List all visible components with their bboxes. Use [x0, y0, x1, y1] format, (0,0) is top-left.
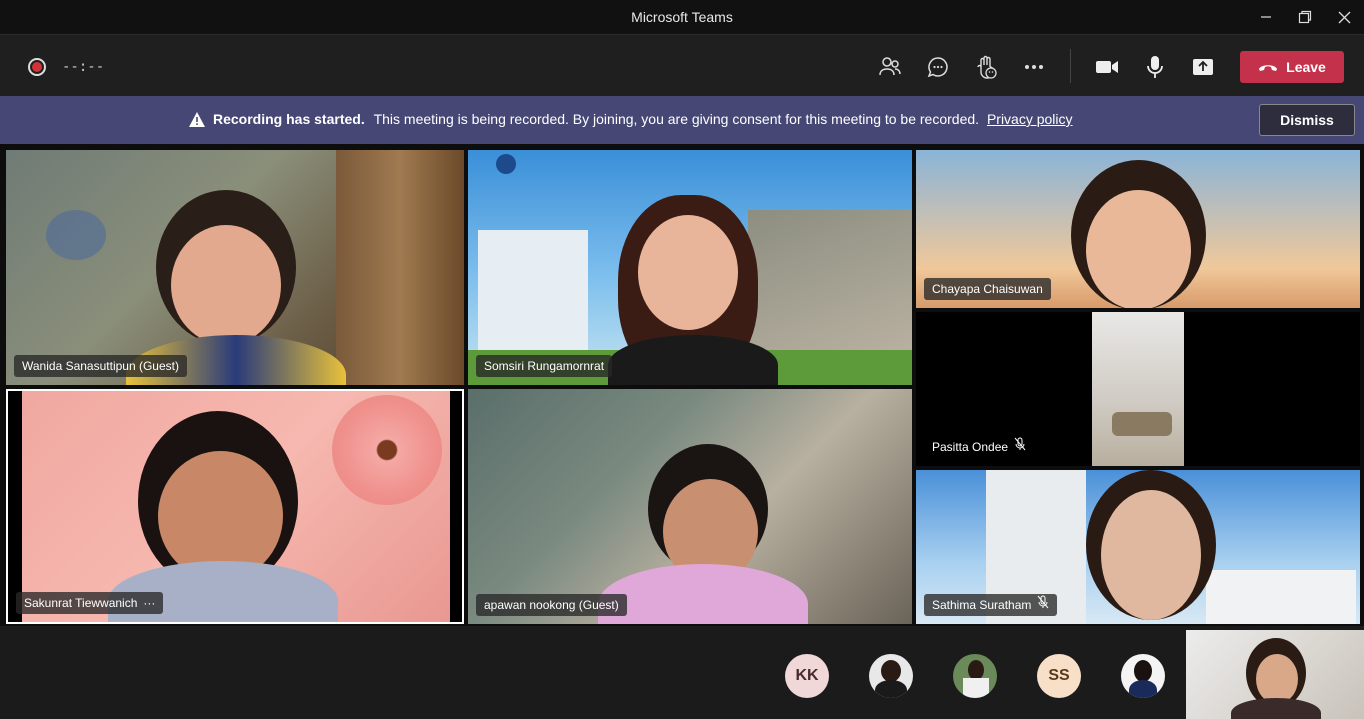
meeting-timer: --:--	[62, 59, 105, 75]
participant-name-tag: Sakunrat Tiewwanich ···	[16, 592, 164, 614]
share-screen-icon[interactable]	[1188, 52, 1218, 82]
participant-name-tag: Sathima Suratham	[924, 594, 1058, 616]
banner-message: This meeting is being recorded. By joini…	[373, 111, 980, 127]
restore-icon[interactable]	[1285, 0, 1325, 34]
avatar[interactable]: KK	[785, 654, 829, 698]
avatar[interactable]	[1121, 654, 1165, 698]
meeting-toolbar: --:-- Leave	[0, 34, 1364, 96]
participant-more-button[interactable]: ···	[143, 592, 155, 614]
video-tile[interactable]: Sakunrat Tiewwanich ···	[6, 389, 464, 624]
dismiss-button[interactable]: Dismiss	[1259, 104, 1355, 136]
participant-name-tag: Somsiri Rungamornrat	[476, 355, 613, 377]
record-icon	[28, 58, 46, 76]
participant-name-tag: Chayapa Chaisuwan	[924, 278, 1051, 300]
leave-button[interactable]: Leave	[1240, 51, 1344, 83]
title-bar: Microsoft Teams	[0, 0, 1364, 34]
avatar[interactable]	[869, 654, 913, 698]
camera-icon[interactable]	[1092, 52, 1122, 82]
video-tile[interactable]: Sathima Suratham	[916, 470, 1360, 624]
video-tile[interactable]: apawan nookong (Guest)	[468, 389, 912, 624]
university-logo-icon	[496, 154, 516, 174]
window-title: Microsoft Teams	[631, 9, 733, 25]
self-view-video[interactable]	[1186, 630, 1364, 719]
avatar[interactable]	[953, 654, 997, 698]
participant-name-tag: Wanida Sanasuttipun (Guest)	[14, 355, 187, 377]
toolbar-divider	[1070, 49, 1071, 83]
participant-name-tag: apawan nookong (Guest)	[476, 594, 627, 616]
video-tile[interactable]: Chayapa Chaisuwan	[916, 150, 1360, 308]
privacy-policy-link[interactable]: Privacy policy	[987, 111, 1073, 127]
video-tile[interactable]: Somsiri Rungamornrat	[468, 150, 912, 385]
people-icon[interactable]	[875, 52, 905, 82]
participant-overflow-strip: KK SS	[0, 626, 1364, 719]
recording-banner: Recording has started. This meeting is b…	[0, 96, 1364, 144]
minimize-icon[interactable]	[1246, 0, 1286, 34]
close-icon[interactable]	[1324, 0, 1364, 34]
more-icon[interactable]	[1019, 52, 1049, 82]
avatar[interactable]: SS	[1037, 654, 1081, 698]
hangup-icon	[1258, 59, 1278, 75]
chat-icon[interactable]	[923, 52, 953, 82]
mic-off-icon	[1014, 436, 1026, 458]
raise-hand-icon[interactable]	[971, 52, 1001, 82]
warning-icon	[189, 112, 205, 132]
participant-name-tag: Pasitta Ondee	[924, 436, 1034, 458]
banner-title: Recording has started.	[213, 111, 365, 127]
leave-label: Leave	[1286, 59, 1326, 75]
video-tile[interactable]: Pasitta Ondee	[916, 312, 1360, 466]
mic-off-icon	[1037, 594, 1049, 616]
microphone-icon[interactable]	[1140, 52, 1170, 82]
video-tile[interactable]: Wanida Sanasuttipun (Guest)	[6, 150, 464, 385]
